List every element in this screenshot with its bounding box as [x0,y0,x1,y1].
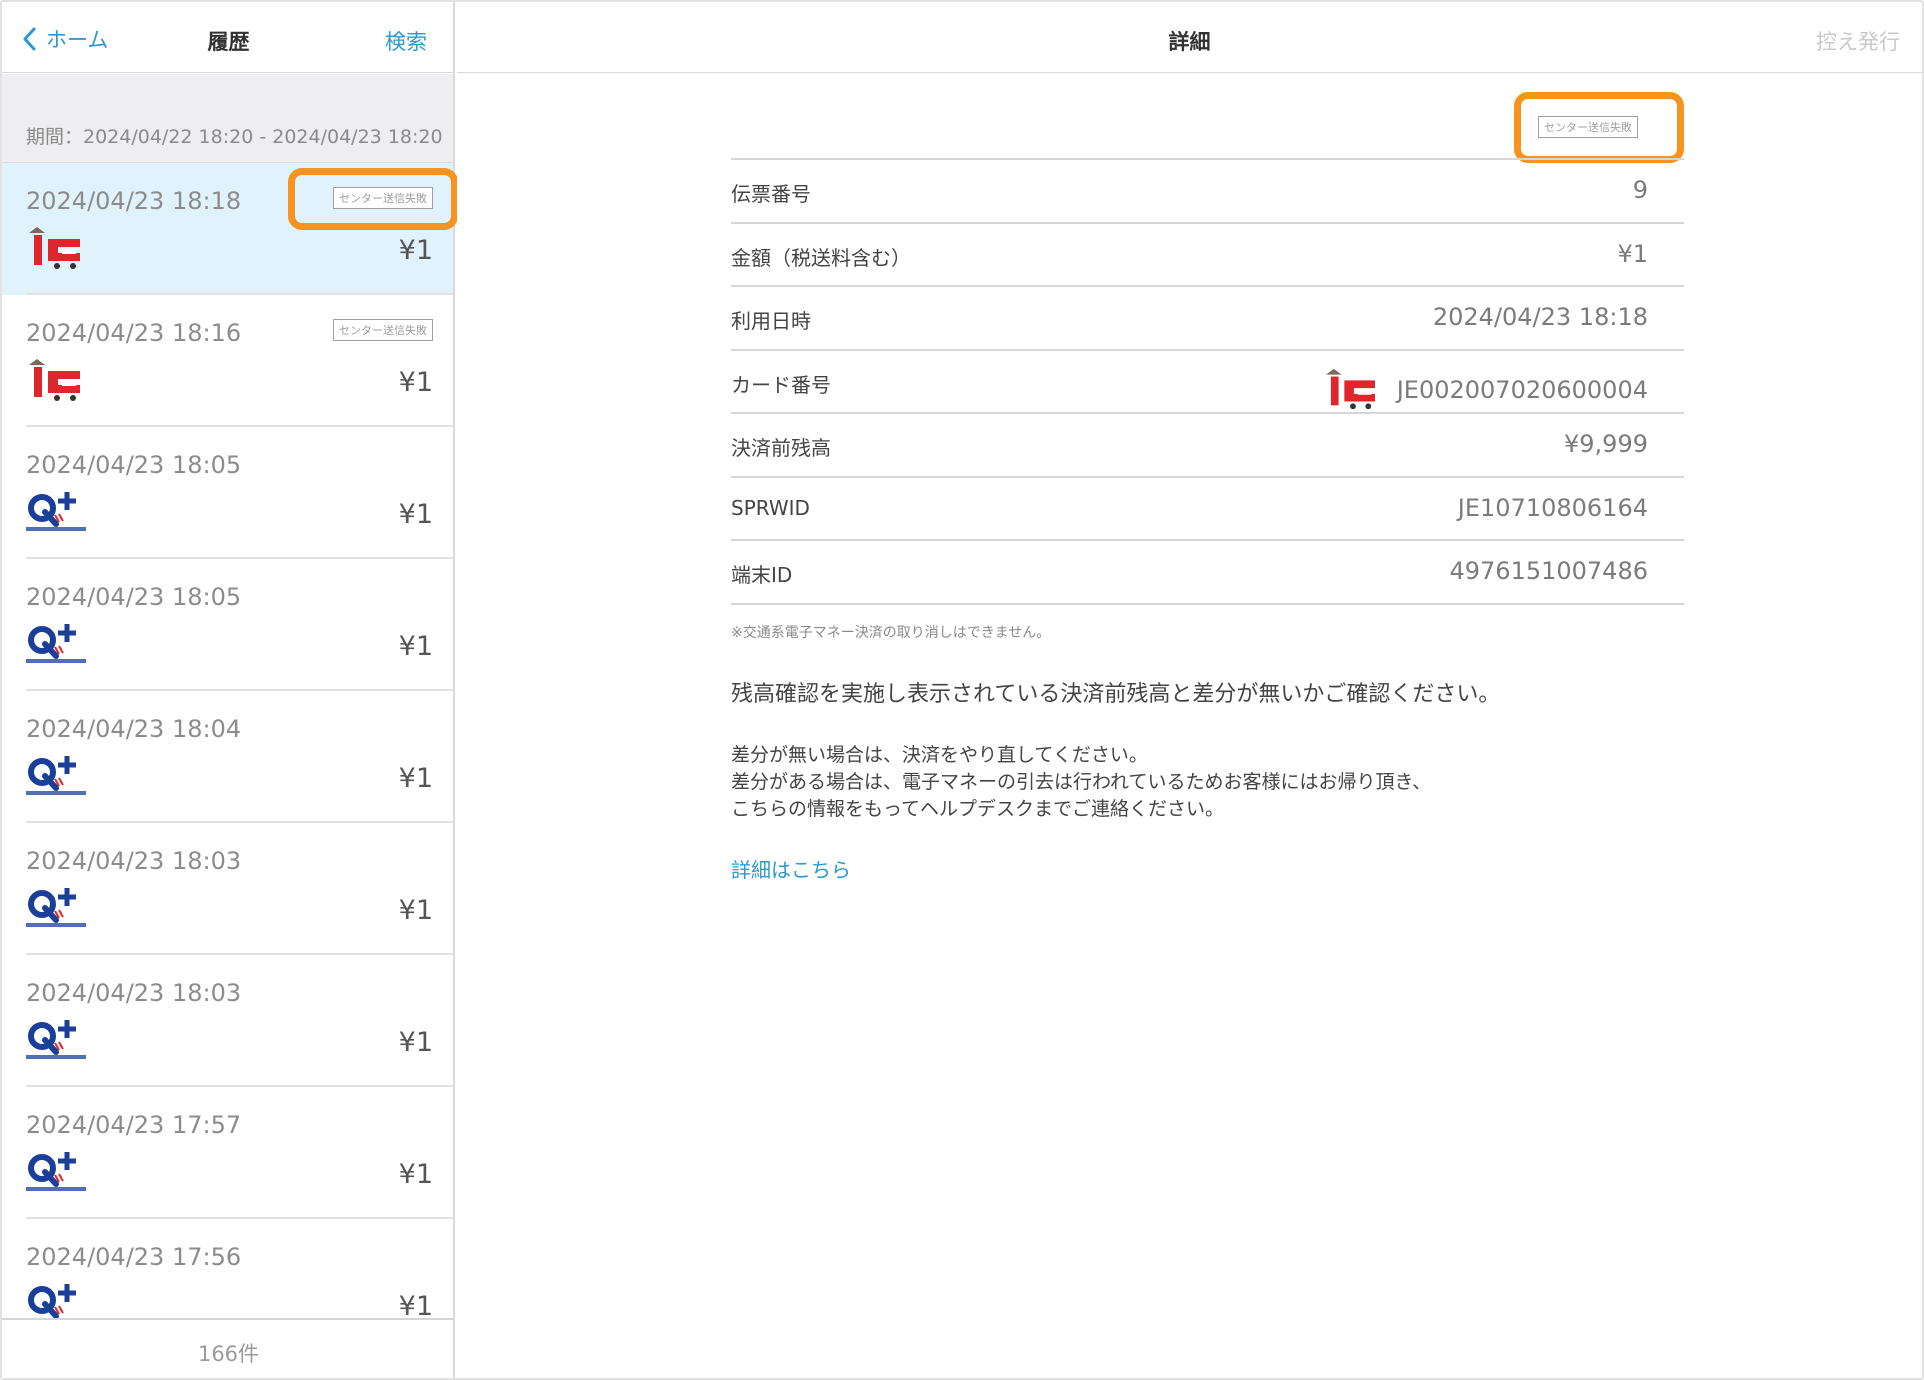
transaction-amount: ¥1 [398,499,433,530]
detail-label: 金額（税送料含む） [731,245,911,270]
transaction-amount: ¥1 [398,895,433,926]
transaction-row[interactable]: 2024/04/23 18:03 ¥1 [2,823,453,955]
detail-value: ¥1 [1617,239,1648,268]
detail-row: 利用日時 2024/04/23 18:18 [731,287,1684,351]
search-button[interactable]: 検索 [385,26,427,56]
detail-value: JE10710806164 [1457,493,1648,522]
detail-row: SPRWID JE10710806164 [731,478,1684,541]
detail-table: 伝票番号 9 金額（税送料含む） ¥1 利用日時 2024/04/23 18:18 カード番… [731,158,1684,605]
detail-value: 4976151007486 [1449,557,1648,585]
detail-row: 伝票番号 9 [731,160,1684,224]
ic-card-icon [29,359,80,401]
send-failed-badge: センター送信失敗 [333,319,433,341]
quicpay-icon [26,1152,86,1191]
balance-check-note: 残高確認を実施し表示されている決済前残高と差分が無いかご確認ください。 [731,682,1501,707]
quicpay-icon [26,492,86,531]
cancel-note: ※交通系電子マネー決済の取り消しはできません。 [731,625,1051,641]
status-highlight: センター送信失敗 [1514,92,1684,163]
transaction-time: 2024/04/23 18:03 [26,979,242,1007]
transaction-amount: ¥1 [398,235,433,266]
detail-label: SPRWID [731,495,810,520]
transaction-amount: ¥1 [398,631,433,662]
transaction-amount: ¥1 [398,1159,433,1190]
detail-value-wrap: JE002007020600004 [1323,367,1648,413]
period-label: 期間：2024/04/22 18:20 - 2024/04/23 18:20 [26,126,443,148]
transaction-amount: ¥1 [398,1027,433,1058]
transaction-row[interactable]: 2024/04/23 17:57 ¥1 [2,1087,453,1219]
transaction-time: 2024/04/23 18:05 [26,583,242,611]
detail-pane: 詳細 控え発行 センター送信失敗 伝票番号 9 金額（税送料含む） ¥1 利用日時 202… [457,2,1922,1378]
issue-receipt-button[interactable]: 控え発行 [1816,26,1900,56]
transaction-amount: ¥1 [398,367,433,398]
transaction-row[interactable]: 2024/04/23 18:05 ¥1 [2,559,453,691]
transaction-row[interactable]: 2024/04/23 18:18 ¥1 センター送信失敗 [2,163,453,295]
detail-value-wrap: ¥1 [1617,240,1648,268]
transaction-count: 166件 [197,1342,260,1366]
instruction-line: こちらの情報をもってヘルプデスクまでご連絡ください。 [731,798,1225,820]
payment-logo [26,225,86,273]
instruction-note: 差分が無い場合は、決済をやり直してください。 差分がある場合は、電子マネーの引去… [731,742,1431,823]
detail-value-wrap: ¥9,999 [1564,430,1648,458]
payment-logo [26,1017,86,1065]
card-brand-logo [1323,367,1381,413]
instruction-line: 差分がある場合は、電子マネーの引去は行われているためお客様にはお帰り頂き、 [731,771,1432,793]
transaction-time: 2024/04/23 18:04 [26,715,242,743]
detail-label: 伝票番号 [731,182,811,206]
detail-value-wrap: 2024/04/23 18:18 [1433,303,1648,331]
transaction-time: 2024/04/23 18:05 [26,451,242,479]
send-failed-badge: センター送信失敗 [333,187,433,209]
transaction-amount: ¥1 [398,763,433,794]
transaction-list: 2024/04/23 18:18 ¥1 センター送信失敗 2024/04/23 18… [2,163,453,1351]
details-link[interactable]: 詳細はこちら [731,854,851,883]
transaction-row[interactable]: 2024/04/23 18:03 ¥1 [2,955,453,1087]
transaction-row[interactable]: 2024/04/23 18:04 ¥1 [2,691,453,823]
history-pane: ホーム 履歴 検索 期間：2024/04/22 18:20 - 2024/04/… [2,2,455,1378]
detail-row: 金額（税送料含む） ¥1 [731,224,1684,287]
detail-value-wrap: 9 [1633,176,1648,204]
payment-logo [26,489,86,537]
detail-value-wrap: 4976151007486 [1449,557,1648,585]
ic-card-icon [29,227,80,269]
period-header: 期間：2024/04/22 18:20 - 2024/04/23 18:20 [2,74,453,163]
detail-value-wrap: JE10710806164 [1458,494,1648,522]
detail-row: 決済前残高 ¥9,999 [731,414,1684,478]
transaction-row[interactable]: 2024/04/23 18:16 ¥1 センター送信失敗 [2,295,453,427]
instruction-line: 差分が無い場合は、決済をやり直してください。 [731,744,1148,766]
detail-value: JE002007020600004 [1396,375,1648,404]
detail-value: 2024/04/23 18:18 [1432,303,1648,331]
payment-logo [26,1149,86,1197]
detail-value: ¥9,999 [1564,430,1648,458]
payment-logo [26,753,86,801]
quicpay-icon [26,756,86,795]
transaction-time: 2024/04/23 17:57 [26,1111,242,1139]
detail-row: 端末ID 4976151007486 [731,541,1684,605]
payment-logo [26,621,86,669]
transaction-row[interactable]: 2024/04/23 18:05 ¥1 [2,427,453,559]
left-navbar: ホーム 履歴 検索 [2,2,453,73]
detail-label: カード番号 [731,372,831,397]
transaction-time: 2024/04/23 18:16 [26,319,242,347]
quicpay-icon [26,888,86,927]
right-navbar: 詳細 控え発行 [457,2,1922,73]
transaction-time: 2024/04/23 18:18 [26,187,242,215]
ic-card-icon [1325,368,1375,409]
detail-title: 詳細 [1168,30,1211,54]
detail-value: 9 [1632,176,1648,204]
payment-logo [26,885,86,933]
quicpay-icon [26,624,86,663]
transaction-time: 2024/04/23 17:56 [26,1243,242,1271]
detail-label: 端末ID [731,563,793,587]
list-footer: 166件 [2,1318,453,1378]
detail-label: 決済前残高 [731,436,831,460]
detail-row: カード番号 JE002007020600004 [731,351,1684,414]
status-badge: センター送信失敗 [1538,116,1638,138]
detail-label: 利用日時 [731,309,811,333]
quicpay-icon [26,1020,86,1059]
payment-logo [26,357,86,405]
transaction-time: 2024/04/23 18:03 [26,847,242,875]
